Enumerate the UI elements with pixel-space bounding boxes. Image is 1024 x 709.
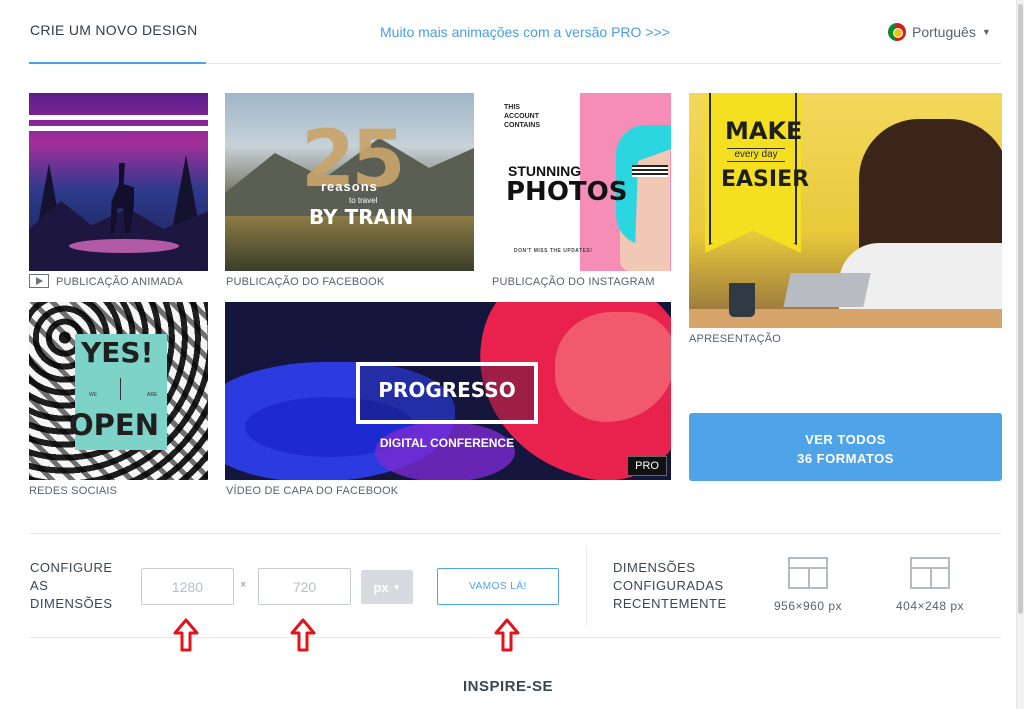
configure-dimensions-label: CONFIGURE AS DIMENSÕES [30, 559, 130, 613]
thumbnail-text: EASIER [721, 167, 810, 192]
thumbnail-text: every day [727, 148, 785, 162]
configure-label-line: DIMENSÕES [30, 596, 113, 611]
thumbnail-text: DON'T MISS THE UPDATES! [514, 248, 593, 254]
card-label-presentation: APRESENTAÇÃO [689, 333, 782, 345]
thumbnail-text: to travel [349, 196, 378, 205]
card-label-facebook-cover-video: VÍDEO DE CAPA DO FACEBOOK [226, 485, 399, 497]
template-card-facebook-cover-video[interactable]: PROGRESSO DIGITAL CONFERENCE PRO [225, 302, 671, 480]
pro-version-link[interactable]: Muito mais animações com a versão PRO >>… [380, 24, 670, 40]
card-label-instagram-post: PUBLICAÇÃO DO INSTAGRAM [492, 276, 655, 288]
glasses-shape [632, 165, 668, 177]
unit-value: px [373, 579, 389, 595]
recent-dimension-size: 404×248 px [895, 599, 965, 613]
thumbnail-text: reasons [321, 179, 378, 194]
thumbnail-text: PROGRESSO [378, 378, 516, 402]
configure-label-line: CONFIGURE [30, 560, 113, 575]
view-all-line1: VER TODOS [805, 432, 886, 447]
chevron-down-icon: ▼ [981, 27, 991, 37]
configure-label-line: AS [30, 578, 49, 593]
thumbnail-text: WE [89, 392, 98, 398]
lake-shape [69, 239, 179, 253]
template-card-facebook-post[interactable]: 25 reasons to travel BY TRAIN [225, 93, 474, 271]
thumbnail-text: DIGITAL CONFERENCE [379, 436, 515, 450]
decorative-stripe [29, 126, 208, 131]
card-label-animated-post: PUBLICAÇÃO ANIMADA [56, 276, 184, 288]
red-arrow-up-icon [173, 618, 199, 652]
view-all-formats-button[interactable]: VER TODOS 36 FORMATOS [689, 413, 1002, 481]
recent-dimension-size: 956×960 px [773, 599, 843, 613]
recent-label-line: DIMENSÕES [613, 560, 696, 575]
scrollbar-thumb[interactable] [1018, 4, 1023, 614]
laptop-shape [783, 273, 871, 307]
times-separator: × [240, 579, 247, 591]
red-arrow-up-icon [494, 618, 520, 652]
thumbnail-text: MAKE [725, 117, 803, 145]
card-label-social-media: REDES SOCIAIS [29, 485, 118, 497]
create-custom-size-button[interactable]: VAMOS LÁ! [437, 568, 559, 605]
layout-template-icon [910, 557, 950, 589]
recent-dimension-item[interactable]: 956×960 px [768, 557, 848, 613]
chevron-down-icon: ▼ [392, 582, 401, 592]
section-divider [29, 533, 1001, 534]
inspire-heading: INSPIRE-SE [462, 678, 554, 695]
recent-dimension-item[interactable]: 404×248 px [890, 557, 970, 613]
language-selector[interactable]: Português ▼ [888, 23, 991, 41]
template-card-animated-post[interactable] [29, 93, 208, 271]
red-arrow-up-icon [290, 618, 316, 652]
thumbnail-text: OPEN [69, 408, 159, 442]
layout-template-icon [788, 557, 828, 589]
decorative-stripe [29, 115, 208, 120]
card-label-facebook-post: PUBLICAÇÃO DO FACEBOOK [226, 276, 385, 288]
divider-line [120, 378, 121, 400]
thumbnail-text: YES! [81, 336, 154, 369]
width-input[interactable] [141, 568, 234, 605]
mug-shape [729, 283, 755, 317]
language-label: Português [912, 24, 976, 40]
height-input[interactable] [258, 568, 351, 605]
template-card-social-media[interactable]: YES! WE ARE OPEN [29, 302, 208, 480]
play-icon [29, 274, 49, 288]
recent-label-line: CONFIGURADAS [613, 578, 724, 593]
view-all-line2: 36 FORMATOS [797, 451, 894, 466]
template-card-presentation[interactable]: MAKE every day EASIER [689, 93, 1002, 328]
thumbnail-text: BY TRAIN [309, 205, 414, 229]
active-tab-underline [29, 62, 206, 64]
unit-select[interactable]: px ▼ [361, 570, 413, 604]
portugal-flag-icon [888, 23, 906, 41]
header: CRIE UM NOVO DESIGN Muito mais animações… [0, 0, 1016, 66]
tab-create-design[interactable]: CRIE UM NOVO DESIGN [30, 22, 198, 38]
thumbnail-text: THIS ACCOUNT CONTAINS [504, 104, 541, 129]
template-card-instagram-post[interactable]: THIS ACCOUNT CONTAINS STUNNING PHOTOS DO… [492, 93, 671, 271]
abstract-blob [375, 422, 515, 480]
recent-dimensions-label: DIMENSÕES CONFIGURADAS RECENTEMENTE [613, 559, 743, 613]
pro-badge: PRO [627, 456, 667, 476]
recent-label-line: RECENTEMENTE [613, 596, 727, 611]
thumbnail-text: PHOTOS [506, 177, 628, 207]
thumbnail-text: ARE [147, 392, 158, 398]
vertical-divider [586, 546, 587, 626]
